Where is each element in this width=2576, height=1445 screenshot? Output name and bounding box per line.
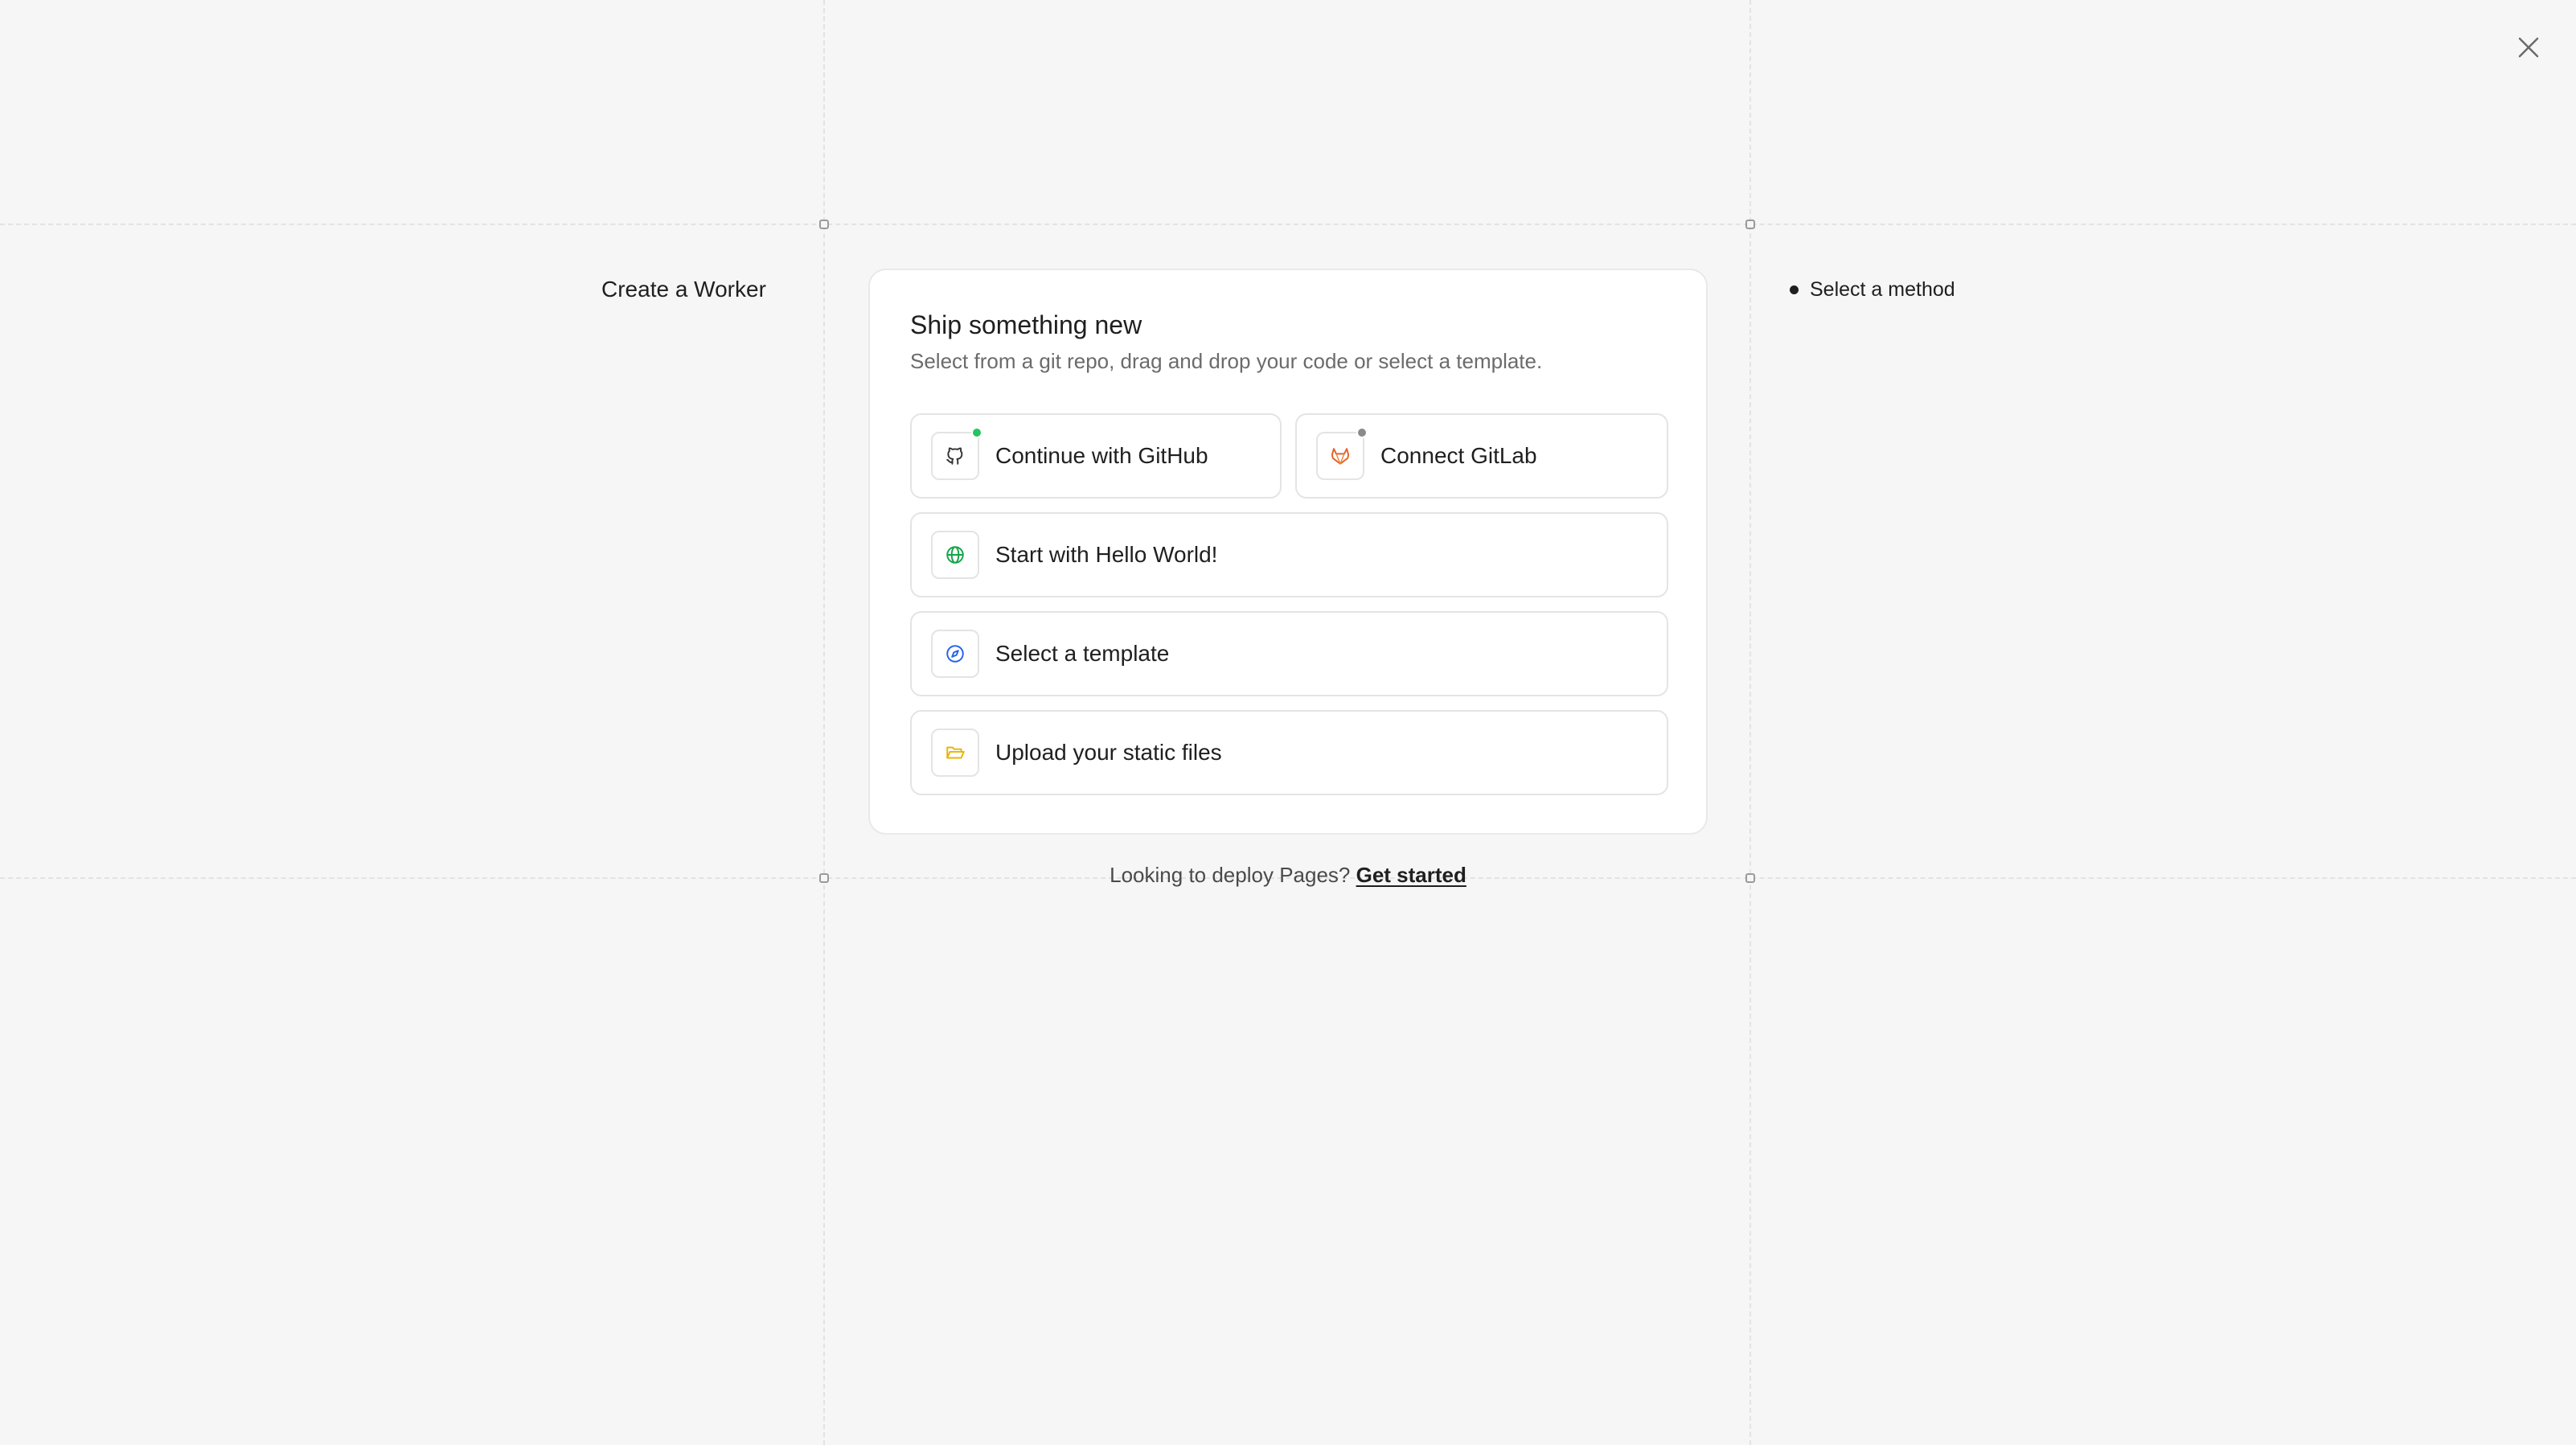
upload-static-files-button[interactable]: Upload your static files	[910, 710, 1668, 795]
step-list: Select a method	[1790, 278, 1955, 302]
card-title: Ship something new	[910, 310, 1142, 339]
footer-text: Looking to deploy Pages?	[1110, 863, 1356, 887]
page-title: Create a Worker	[601, 277, 766, 302]
folder-icon	[946, 746, 965, 759]
card-subtitle: Select from a git repo, drag and drop yo…	[910, 349, 1543, 373]
guide-line-left	[823, 0, 825, 1445]
globe-icon	[946, 546, 964, 564]
github-status-dot	[971, 427, 982, 438]
gitlab-label: Connect GitLab	[1380, 443, 1537, 468]
corner-handle-top-left	[819, 220, 829, 229]
connect-gitlab-button[interactable]: Connect GitLab	[1295, 413, 1668, 499]
start-hello-world-button[interactable]: Start with Hello World!	[910, 512, 1668, 597]
github-icon	[946, 447, 963, 465]
guide-line-top	[0, 224, 2576, 225]
gitlab-icon	[1331, 448, 1350, 465]
github-label: Continue with GitHub	[995, 443, 1208, 468]
upload-label: Upload your static files	[995, 740, 1222, 765]
pages-footer: Looking to deploy Pages? Get started	[0, 863, 2576, 888]
gitlab-icon-box	[1316, 427, 1368, 480]
compass-icon	[946, 645, 964, 663]
corner-handle-top-right	[1745, 220, 1755, 229]
globe-icon-box	[931, 531, 979, 579]
step-indicator-dot	[1790, 285, 1799, 294]
select-template-button[interactable]: Select a template	[910, 611, 1668, 696]
close-icon	[2518, 37, 2539, 58]
gitlab-status-dot	[1356, 427, 1368, 438]
close-button[interactable]	[2515, 34, 2542, 61]
continue-with-github-button[interactable]: Continue with GitHub	[910, 413, 1282, 499]
compass-icon-box	[931, 630, 979, 678]
method-card: Ship something new Select from a git rep…	[868, 269, 1708, 835]
guide-line-right	[1749, 0, 1751, 1445]
step-label: Select a method	[1810, 278, 1955, 301]
folder-icon-box	[931, 729, 979, 777]
github-icon-box	[931, 427, 982, 480]
get-started-link[interactable]: Get started	[1356, 863, 1466, 887]
template-label: Select a template	[995, 641, 1170, 666]
hello-world-label: Start with Hello World!	[995, 542, 1218, 567]
